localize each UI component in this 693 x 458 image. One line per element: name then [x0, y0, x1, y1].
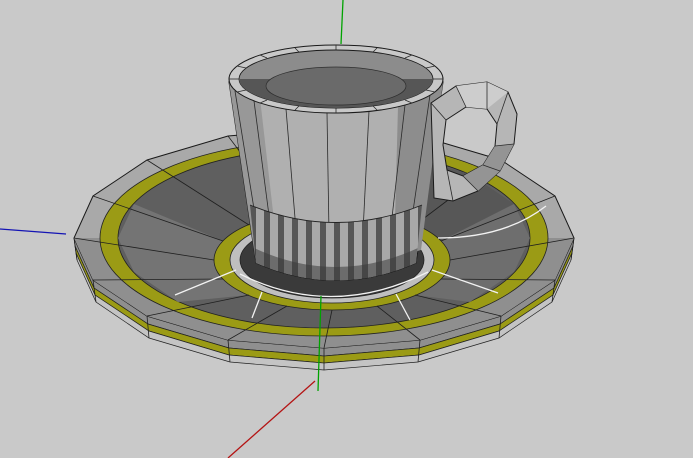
- scene-canvas[interactable]: [0, 0, 693, 458]
- viewport-3d[interactable]: [0, 0, 693, 458]
- cup-inner-bottom: [266, 67, 406, 105]
